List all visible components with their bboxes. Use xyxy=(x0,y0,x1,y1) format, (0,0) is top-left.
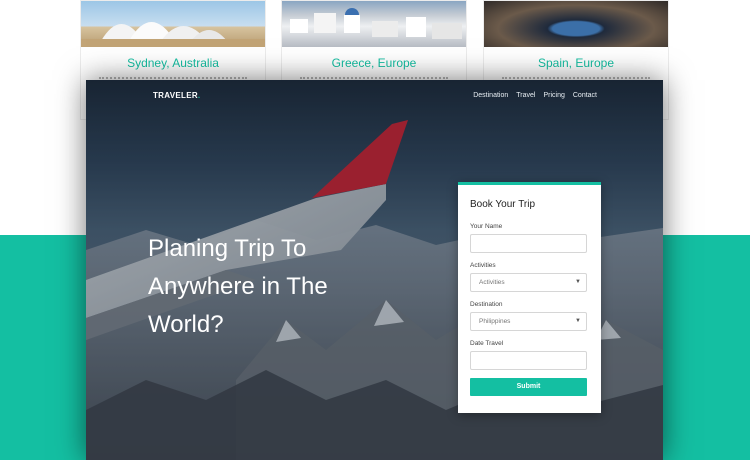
name-label: Your Name xyxy=(470,223,503,230)
hero-heading: Planing Trip To Anywhere in The World? xyxy=(148,230,378,344)
submit-button[interactable]: Submit xyxy=(470,378,587,396)
brand-name: TRAVELER xyxy=(153,91,198,100)
village-illustration xyxy=(290,8,462,39)
activities-select-value: Activities xyxy=(479,279,505,286)
caret-down-icon: ▼ xyxy=(575,318,581,324)
hero-heading-line1: Planing Trip To xyxy=(148,235,307,262)
destination-title[interactable]: Sydney, Australia xyxy=(81,56,265,70)
destination-title[interactable]: Greece, Europe xyxy=(282,56,466,70)
date-input[interactable] xyxy=(470,351,587,370)
destination-select[interactable]: Philippines ▼ xyxy=(470,312,587,331)
santorini-village-photo xyxy=(282,1,466,47)
name-input[interactable] xyxy=(470,234,587,253)
opera-house-illustration xyxy=(81,22,265,47)
activities-label: Activities xyxy=(470,262,496,269)
destination-label: Destination xyxy=(470,301,503,308)
pool-night-photo xyxy=(484,1,668,47)
destination-select-value: Philippines xyxy=(479,318,511,325)
hero-heading-line3: World? xyxy=(148,311,224,338)
booking-form-title: Book Your Trip xyxy=(470,199,536,210)
nav-link-destination[interactable]: Destination xyxy=(473,92,508,99)
nav-link-contact[interactable]: Contact xyxy=(573,92,597,99)
date-label: Date Travel xyxy=(470,340,504,347)
nav-links: Destination Travel Pricing Contact xyxy=(473,92,597,99)
brand-dot: . xyxy=(197,91,201,100)
caret-down-icon: ▼ xyxy=(575,279,581,285)
brand-logo[interactable]: TRAVELER. xyxy=(153,91,200,100)
destination-title[interactable]: Spain, Europe xyxy=(484,56,668,70)
activities-select[interactable]: Activities ▼ xyxy=(470,273,587,292)
landing-page-preview: TRAVELER. Destination Travel Pricing Con… xyxy=(86,80,663,460)
nav-link-travel[interactable]: Travel xyxy=(516,92,535,99)
hero-heading-line2: Anywhere in The xyxy=(148,273,328,300)
sydney-opera-house-photo xyxy=(81,1,265,47)
booking-form: Book Your Trip Your Name Activities Acti… xyxy=(458,182,601,413)
top-navigation: TRAVELER. Destination Travel Pricing Con… xyxy=(86,80,663,112)
nav-link-pricing[interactable]: Pricing xyxy=(543,92,564,99)
